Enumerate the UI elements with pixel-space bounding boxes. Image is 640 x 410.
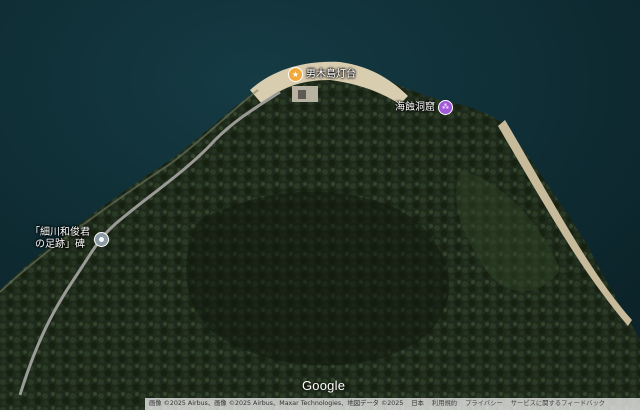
monument-label-line2: の足跡」碑 <box>35 239 85 250</box>
attribution-bar: 画像 ©2025 Airbus、画像 ©2025 Airbus、Maxar Te… <box>145 398 640 410</box>
star-icon[interactable]: ★ <box>288 67 303 82</box>
monument-label-line1: 「細川和俊君 <box>30 227 90 238</box>
monument-icon[interactable] <box>94 231 109 247</box>
cave-marker[interactable]: 海蝕洞窟 ⁂ <box>395 100 453 115</box>
imagery-attribution: 画像 ©2025 Airbus、画像 ©2025 Airbus、Maxar Te… <box>149 400 404 407</box>
lighthouse-label[interactable]: 男木島灯台 <box>306 69 356 81</box>
monument-label[interactable]: 「細川和俊君 の足跡」碑 <box>30 227 90 251</box>
privacy-link[interactable]: プライバシー <box>465 398 503 410</box>
cave-label[interactable]: 海蝕洞窟 <box>395 102 435 114</box>
terms-link[interactable]: 利用規約 <box>432 398 457 410</box>
map-view[interactable]: ★ 男木島灯台 海蝕洞窟 ⁂ 「細川和俊君 の足跡」碑 Google 画像 ©2… <box>0 0 640 410</box>
google-logo: Google <box>302 378 346 393</box>
monument-marker[interactable]: 「細川和俊君 の足跡」碑 <box>30 227 109 251</box>
feedback-link[interactable]: サービスに関するフィードバック <box>511 398 605 410</box>
satellite-imagery <box>0 0 640 410</box>
cave-icon[interactable]: ⁂ <box>438 100 453 115</box>
lighthouse-marker[interactable]: ★ 男木島灯台 <box>288 67 356 82</box>
country-label: 日本 <box>411 400 424 407</box>
